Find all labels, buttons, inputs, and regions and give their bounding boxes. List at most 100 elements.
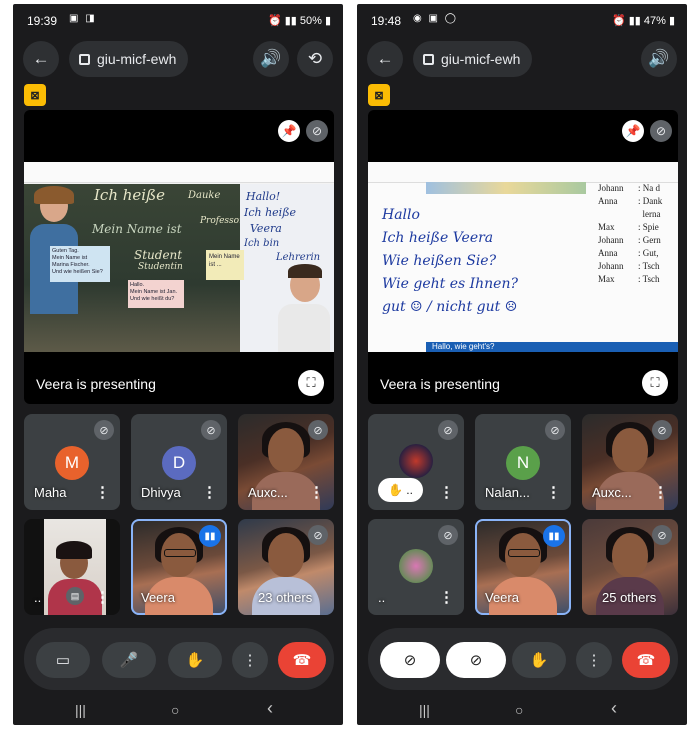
participant-tile[interactable]: ⊘ Auxc... ⋮ (238, 414, 334, 510)
presentation-stage[interactable]: 📌 ⊘ Hallo Ich heiße Veera Wie heißen Sie… (368, 110, 678, 404)
more-options-icon[interactable]: ⋮ (546, 483, 561, 501)
participant-tile-active-speaker[interactable]: ▮▮ Veera (131, 519, 227, 615)
speaking-indicator-icon: ▮▮ (543, 525, 565, 547)
mic-toggle-button[interactable]: 🎤 (102, 642, 156, 678)
more-options-button[interactable]: ⋮ (232, 642, 268, 678)
fullscreen-icon: ⛶ (650, 375, 660, 390)
system-nav-bar: ||| ○ ‹ (357, 698, 687, 725)
home-icon[interactable]: ○ (515, 702, 523, 718)
note-line: Mein Name (209, 254, 240, 260)
whiteboard-panel: Hallo! Ich heiße Veera Ich bin Lehrerin (240, 184, 334, 352)
speaker-icon: 🔊 (260, 49, 282, 68)
camera-toggle-button[interactable]: ⊘ (380, 642, 440, 678)
participant-name: Dhivya (141, 485, 181, 500)
handwriting-line: Ich heiße Veera (382, 230, 494, 246)
meeting-code-pill[interactable]: giu-micf-ewh (69, 41, 189, 77)
more-options-icon[interactable]: ⋮ (439, 588, 454, 606)
home-icon[interactable]: ○ (171, 702, 179, 718)
pin-icon: 📌 (281, 124, 297, 138)
battery-level: 50% (299, 15, 322, 27)
call-controls-bar: ▭ 🎤 ✋ ⋮ ☎ (24, 628, 334, 690)
others-tile[interactable]: ⊘ 23 others (238, 519, 334, 615)
more-options-icon[interactable]: ⋮ (309, 483, 324, 501)
video-feed-face (612, 533, 648, 577)
back-button[interactable]: ← (23, 41, 59, 77)
system-nav-bar: ||| ○ ‹ (13, 698, 343, 725)
leave-call-button[interactable]: ☎ (278, 642, 326, 678)
fullscreen-button[interactable]: ⛶ (642, 370, 668, 396)
presentation-stage[interactable]: 📌 ⊘ Ich heiße Dauke Mein Name ist Profes… (24, 110, 334, 404)
nav-back-icon[interactable]: ‹ (611, 698, 617, 719)
others-count: 25 others (602, 590, 657, 605)
participant-tile[interactable]: ⊘ M Maha ⋮ (24, 414, 120, 510)
participant-name: Auxc... (248, 485, 288, 500)
more-options-button[interactable]: ⋮ (576, 642, 612, 678)
more-options-icon[interactable]: ⋮ (439, 483, 454, 501)
raised-hand-chip: ✋ .. (378, 478, 423, 502)
slide-image: Ich heiße Dauke Mein Name ist Professor … (24, 184, 334, 352)
phone-screen-left: 19:39 ▣ ◨ ⏰ ▮▮ 50% ▮ ← giu-micf-ewh 🔊 ⟲ … (13, 4, 343, 725)
switch-camera-button[interactable]: ⟲ (297, 41, 333, 77)
note-line: Mein Name ist (52, 255, 88, 261)
handwriting-line: Hallo (382, 207, 420, 223)
video-camera-icon: ▭ (55, 652, 71, 669)
speech-note-pink: Hallo. Mein Name ist Jan. Und wie heißt … (128, 280, 184, 308)
pin-icon: 📌 (625, 124, 641, 138)
more-options-icon[interactable]: ⋮ (95, 588, 110, 606)
presenter-muted-indicator: ⊘ (306, 120, 328, 142)
speech-note-yellow: Mein Name ist ... (206, 250, 244, 280)
recent-apps-icon[interactable]: ||| (75, 702, 86, 718)
presenter-muted-indicator: ⊘ (650, 120, 672, 142)
board-word-hallo: Hallo! (246, 190, 281, 203)
participant-tile[interactable]: ⊘ ✋ .. ⋮ (368, 414, 464, 510)
speaker-button[interactable]: 🔊 (641, 41, 677, 77)
pin-button[interactable]: 📌 (278, 120, 300, 142)
others-tile[interactable]: ⊘ 25 others (582, 519, 678, 615)
mic-off-icon: ⊘ (94, 420, 114, 440)
participant-tile[interactable]: ⊘ Auxc... ⋮ (582, 414, 678, 510)
captions-off-badge[interactable]: ⊠ (24, 84, 46, 106)
dialogue-row: Max: Tsch (598, 274, 660, 284)
hand-icon: ✋ (529, 652, 549, 669)
participant-tile[interactable]: ⊘ N Nalan... ⋮ (475, 414, 571, 510)
captions-off-badge[interactable]: ⊠ (368, 84, 390, 106)
shared-browser-chrome (368, 162, 678, 183)
back-button[interactable]: ← (367, 41, 403, 77)
status-time: 19:39 (27, 14, 58, 28)
more-options-icon[interactable]: ⋮ (653, 483, 668, 501)
mic-toggle-button[interactable]: ⊘ (446, 642, 506, 678)
more-options-icon[interactable]: ⋮ (202, 483, 217, 501)
camera-toggle-button[interactable]: ▭ (36, 642, 90, 678)
slide-footer-strip: Hallo, wie geht's? (426, 342, 678, 352)
nav-back-icon[interactable]: ‹ (267, 698, 273, 719)
fullscreen-icon: ⛶ (306, 375, 316, 390)
meeting-code: giu-micf-ewh (97, 51, 177, 67)
top-bar: ← giu-micf-ewh 🔊 ⟲ (13, 38, 343, 80)
more-options-icon[interactable]: ⋮ (95, 483, 110, 501)
fullscreen-button[interactable]: ⛶ (298, 370, 324, 396)
mic-off-icon: ⊘ (655, 124, 667, 138)
meeting-code-pill[interactable]: giu-micf-ewh (413, 41, 533, 77)
raise-hand-button[interactable]: ✋ (512, 642, 566, 678)
participant-tile[interactable]: ▤ .. ⋮ (24, 519, 120, 615)
participant-tile-active-speaker[interactable]: ▮▮ Veera (475, 519, 571, 615)
recent-apps-icon[interactable]: ||| (419, 702, 430, 718)
participant-tile[interactable]: ⊘ .. ⋮ (368, 519, 464, 615)
calendar-icon (79, 53, 90, 65)
profile-photo (399, 549, 433, 583)
participant-tile[interactable]: ⊘ D Dhivya ⋮ (131, 414, 227, 510)
note-line: Hallo. (130, 282, 145, 288)
shared-screen-content: Ich heiße Dauke Mein Name ist Professor … (24, 162, 334, 352)
speaker-button[interactable]: 🔊 (253, 41, 289, 77)
leave-call-button[interactable]: ☎ (622, 642, 670, 678)
mic-off-icon: ⊘ (201, 420, 221, 440)
mic-off-icon: ⊘ (652, 525, 672, 545)
note-line: Und wie heißen Sie? (52, 269, 103, 275)
status-bar: 19:39 ▣ ◨ ⏰ ▮▮ 50% ▮ (13, 4, 343, 36)
pin-button[interactable]: 📌 (622, 120, 644, 142)
glasses-detail (508, 549, 540, 557)
note-line: Guten Tag. (52, 248, 79, 254)
call-controls-bar: ⊘ ⊘ ✋ ⋮ ☎ (368, 628, 678, 690)
slide-title: Ich heiße (94, 186, 165, 204)
raise-hand-button[interactable]: ✋ (168, 642, 222, 678)
